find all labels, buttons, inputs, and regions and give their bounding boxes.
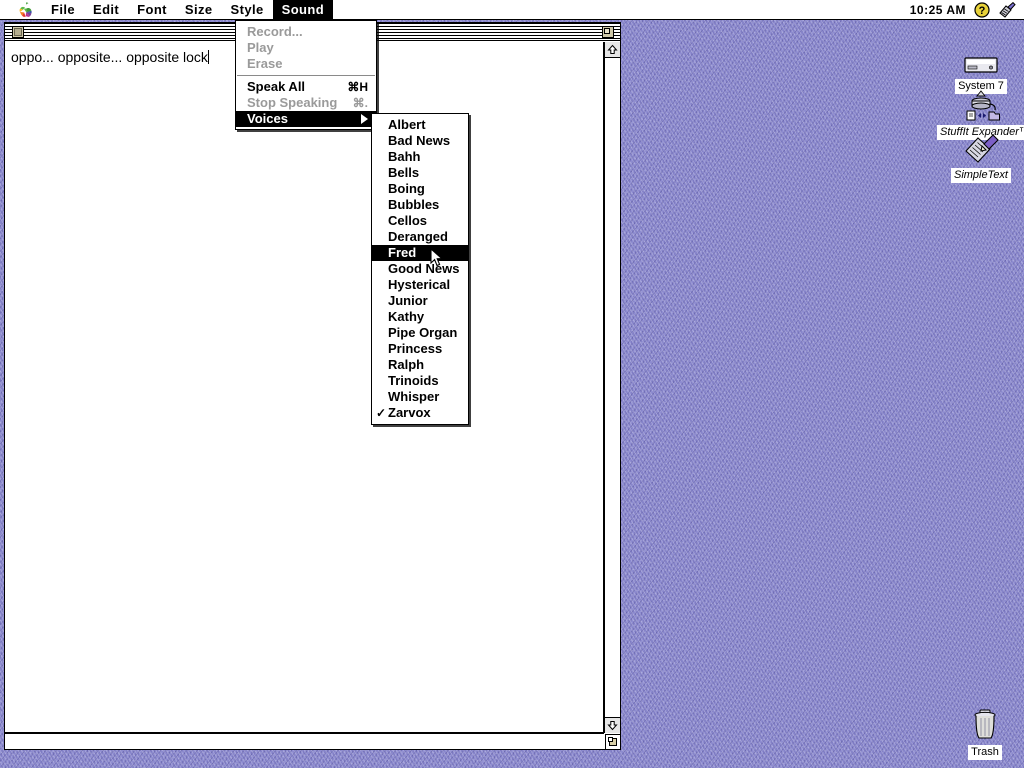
- scroll-down-arrow-icon[interactable]: [605, 717, 620, 733]
- menu-font[interactable]: Font: [128, 0, 176, 19]
- menu-item-shortcut: ⌘H: [347, 80, 368, 94]
- voice-item-label: Princess: [388, 341, 443, 356]
- trash-can-icon: [941, 708, 1024, 742]
- zoom-box-icon[interactable]: [602, 26, 614, 38]
- scroll-up-arrow-icon[interactable]: [605, 42, 620, 58]
- voice-item-deranged[interactable]: Deranged: [372, 229, 468, 245]
- menu-item-shortcut: ⌘.: [352, 96, 368, 110]
- voice-item-zarvox[interactable]: ✓ Zarvox: [372, 405, 468, 421]
- voice-item-label: Hysterical: [388, 277, 451, 292]
- menu-file[interactable]: File: [42, 0, 84, 19]
- help-question-icon[interactable]: ?: [974, 1, 990, 18]
- apple-logo-icon: [19, 2, 32, 17]
- menu-bar-clock[interactable]: 10:25 AM: [910, 3, 966, 17]
- text-caret: [207, 50, 209, 64]
- menu-item-label: Play: [247, 40, 274, 55]
- voice-item-label: Junior: [388, 293, 428, 308]
- voices-submenu[interactable]: Albert Bad News Bahh Bells Boing Bubbles Cello…: [371, 113, 469, 425]
- menu-bar: File Edit Font Size Style Sound 10:25 AM…: [0, 0, 1024, 20]
- voice-item-label: Fred: [388, 245, 417, 260]
- desktop-icon-label: Trash: [968, 745, 1002, 760]
- simpletext-app-icon: [937, 131, 1024, 165]
- voice-item-boing[interactable]: Boing: [372, 181, 468, 197]
- svg-text:?: ?: [979, 5, 986, 17]
- desktop: File Edit Font Size Style Sound 10:25 AM…: [0, 0, 1024, 768]
- voice-item-bad-news[interactable]: Bad News: [372, 133, 468, 149]
- vertical-scrollbar[interactable]: [604, 42, 620, 733]
- voice-item-ralph[interactable]: Ralph: [372, 357, 468, 373]
- voice-item-label: Albert: [388, 117, 426, 132]
- window-body: oppo... opposite... opposite lock: [5, 42, 620, 749]
- menu-item-label: Erase: [247, 56, 283, 71]
- menu-item-label: Record...: [247, 24, 303, 39]
- menu-edit[interactable]: Edit: [84, 0, 128, 19]
- voice-item-trinoids[interactable]: Trinoids: [372, 373, 468, 389]
- horizontal-scrollbar[interactable]: [5, 733, 604, 749]
- voice-item-junior[interactable]: Junior: [372, 293, 468, 309]
- menu-bar-right: 10:25 AM ?: [910, 0, 1024, 19]
- voice-item-fred[interactable]: Fred: [372, 245, 468, 261]
- menu-sound[interactable]: Sound: [272, 0, 334, 19]
- voice-item-pipe-organ[interactable]: Pipe Organ: [372, 325, 468, 341]
- voice-item-whisper[interactable]: Whisper: [372, 389, 468, 405]
- voice-item-label: Boing: [388, 181, 425, 196]
- voice-item-kathy[interactable]: Kathy: [372, 309, 468, 325]
- voice-item-cellos[interactable]: Cellos: [372, 213, 468, 229]
- voice-item-label: Good News: [388, 261, 460, 276]
- menu-item-label: Voices: [247, 111, 288, 126]
- hard-disk-icon: [937, 42, 1024, 76]
- desktop-icon-label: SimpleText: [950, 168, 1011, 183]
- apple-menu[interactable]: [0, 0, 42, 19]
- desktop-icon-system-7[interactable]: System 7: [937, 42, 1024, 94]
- voice-item-label: Bubbles: [388, 197, 440, 212]
- voice-item-label: Cellos: [388, 213, 428, 228]
- voice-item-label: Deranged: [388, 229, 448, 244]
- submenu-arrow-icon: [361, 114, 368, 124]
- menu-size[interactable]: Size: [176, 0, 222, 19]
- application-switcher-icon[interactable]: [998, 1, 1016, 18]
- voice-item-princess[interactable]: Princess: [372, 341, 468, 357]
- resize-grow-box-icon[interactable]: [605, 734, 620, 749]
- voice-item-label: Zarvox: [388, 405, 431, 420]
- voice-item-label: Ralph: [388, 357, 425, 372]
- voice-item-good-news[interactable]: Good News: [372, 261, 468, 277]
- voice-item-label: Whisper: [388, 389, 440, 404]
- check-mark-icon: ✓: [376, 406, 387, 420]
- menu-separator: [237, 75, 375, 76]
- desktop-icon-trash[interactable]: Trash: [941, 708, 1024, 760]
- voice-item-label: Pipe Organ: [388, 325, 458, 340]
- close-box-icon[interactable]: [12, 26, 24, 38]
- menu-item-stop-speaking[interactable]: Stop Speaking ⌘.: [236, 95, 376, 111]
- menu-item-erase[interactable]: Erase: [236, 56, 376, 72]
- voice-item-label: Bad News: [388, 133, 451, 148]
- voice-item-bubbles[interactable]: Bubbles: [372, 197, 468, 213]
- menu-item-speak-all[interactable]: Speak All ⌘H: [236, 79, 376, 95]
- sound-menu-dropdown[interactable]: Record... Play Erase Speak All ⌘H Stop S…: [235, 20, 377, 130]
- stuffit-expander-icon: [937, 88, 1024, 122]
- menu-item-play[interactable]: Play: [236, 40, 376, 56]
- desktop-icon-simpletext[interactable]: SimpleText: [937, 131, 1024, 183]
- menu-item-voices[interactable]: Voices: [236, 111, 376, 127]
- menu-item-label: Speak All: [247, 79, 306, 94]
- document-text: oppo... opposite... opposite lock: [11, 49, 208, 65]
- voice-item-label: Trinoids: [388, 373, 439, 388]
- voice-item-bahh[interactable]: Bahh: [372, 149, 468, 165]
- menu-style[interactable]: Style: [222, 0, 273, 19]
- voice-item-hysterical[interactable]: Hysterical: [372, 277, 468, 293]
- voice-item-bells[interactable]: Bells: [372, 165, 468, 181]
- text-editing-area[interactable]: oppo... opposite... opposite lock: [5, 42, 604, 733]
- menu-item-record[interactable]: Record...: [236, 24, 376, 40]
- menu-item-label: Stop Speaking: [247, 95, 338, 110]
- voice-item-label: Bahh: [388, 149, 421, 164]
- voice-item-label: Bells: [388, 165, 420, 180]
- voice-item-label: Kathy: [388, 309, 425, 324]
- document-window[interactable]: oppo... opposite... opposite lock: [4, 22, 621, 750]
- voice-item-albert[interactable]: Albert: [372, 117, 468, 133]
